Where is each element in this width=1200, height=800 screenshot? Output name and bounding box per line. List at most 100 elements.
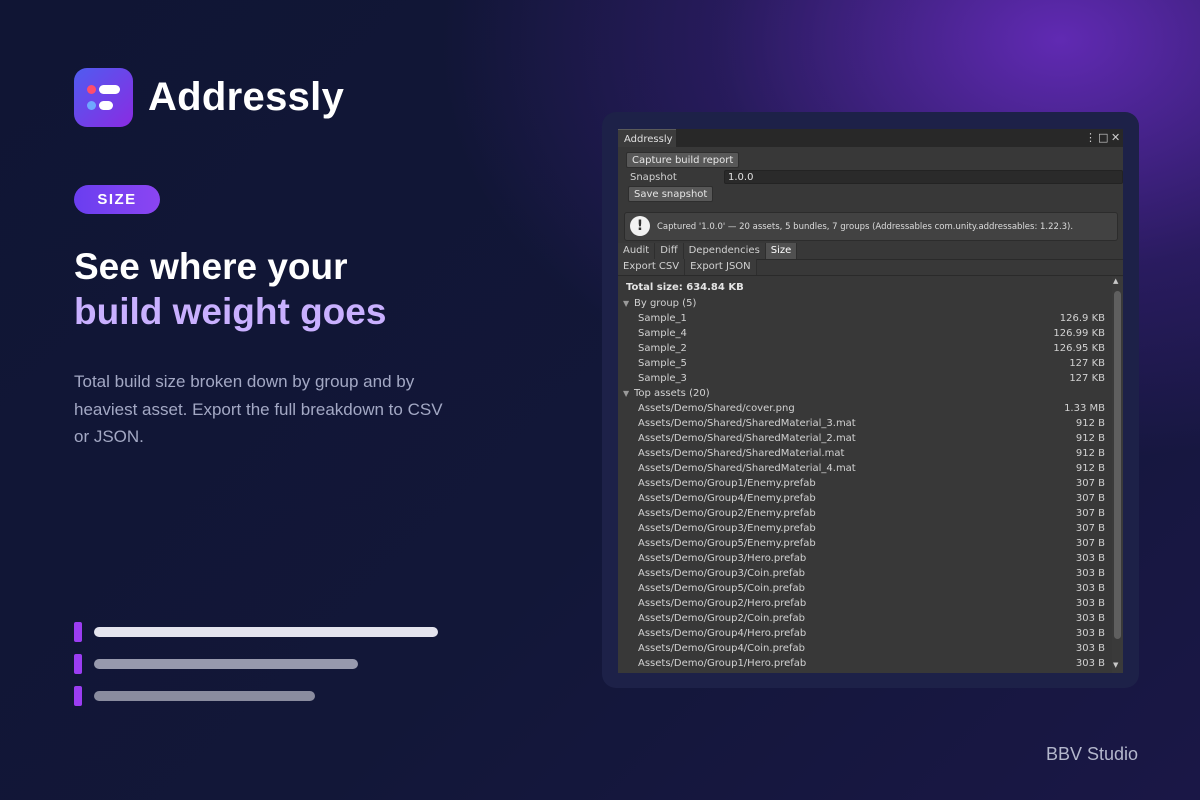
item-size: 1.33 MB (1064, 403, 1105, 414)
asset-row: Assets/Demo/Group4/Enemy.prefab 307 B (618, 492, 1111, 507)
warning-icon: ! (630, 216, 650, 236)
window-tab-bar: Addressly ⋮ □ ✕ (618, 129, 1123, 147)
window-controls: ⋮ □ ✕ (1085, 131, 1120, 144)
info-message: Captured '1.0.0' — 20 assets, 5 bundles,… (657, 222, 1074, 232)
scrollbar[interactable]: ▲ ▼ (1112, 277, 1123, 673)
group-row: Sample_5 127 KB (618, 357, 1111, 372)
headline: See where your build weight goes (74, 244, 386, 334)
item-size: 303 B (1075, 658, 1105, 669)
asset-row: Assets/Demo/Group2/Enemy.prefab 307 B (618, 507, 1111, 522)
close-icon[interactable]: ✕ (1111, 131, 1120, 144)
size-breakdown-list: Total size: 634.84 KB ▼ By group (5) Sampl… (618, 277, 1111, 673)
item-size: 912 B (1075, 418, 1105, 429)
item-size: 127 KB (1069, 358, 1105, 369)
item-name: Sample_4 (638, 328, 687, 339)
item-size: 303 B (1075, 598, 1105, 609)
item-name: Assets/Demo/Group2/Hero.prefab (638, 598, 807, 609)
item-size: 912 B (1075, 448, 1105, 459)
by-group-foldout[interactable]: ▼ By group (5) (618, 297, 1111, 312)
headline-line-2: build weight goes (74, 291, 387, 332)
group-row: Sample_1 126.9 KB (618, 312, 1111, 327)
decor-marker (74, 654, 82, 674)
item-size: 307 B (1075, 508, 1105, 519)
item-name: Assets/Demo/Group2/Coin.prefab (638, 613, 805, 624)
save-snapshot-button[interactable]: Save snapshot (628, 186, 714, 202)
item-size: 303 B (1075, 643, 1105, 654)
item-name: Assets/Demo/Group1/Hero.prefab (638, 658, 807, 669)
item-size: 307 B (1075, 523, 1105, 534)
asset-row: Assets/Demo/Group4/Coin.prefab 303 B (618, 642, 1111, 657)
brand-name: Addressly (148, 75, 345, 119)
scrollbar-thumb[interactable] (1114, 291, 1121, 639)
total-size: Total size: 634.84 KB (626, 282, 744, 293)
capture-build-report-button[interactable]: Capture build report (626, 152, 740, 168)
asset-row: Assets/Demo/Group3/Hero.prefab 303 B (618, 552, 1111, 567)
item-size: 303 B (1075, 568, 1105, 579)
item-size: 126.9 KB (1059, 313, 1105, 324)
item-name: Assets/Demo/Group4/Coin.prefab (638, 643, 805, 654)
asset-row: Assets/Demo/Group1/Hero.prefab 303 B (618, 657, 1111, 672)
kebab-menu-icon[interactable]: ⋮ (1085, 131, 1096, 144)
item-size: 912 B (1075, 463, 1105, 474)
item-size: 303 B (1075, 553, 1105, 564)
view-tabs: Audit Diff Dependencies Size (618, 243, 798, 259)
foldout-label: By group (5) (634, 298, 697, 309)
divider (618, 275, 1123, 276)
asset-row: Assets/Demo/Group2/Coin.prefab 303 B (618, 612, 1111, 627)
item-name: Assets/Demo/Group3/Enemy.prefab (638, 523, 816, 534)
snapshot-label: Snapshot (630, 172, 677, 183)
item-name: Assets/Demo/Group5/Coin.prefab (638, 583, 805, 594)
group-row: Sample_3 127 KB (618, 372, 1111, 387)
item-name: Assets/Demo/Group4/Enemy.prefab (638, 493, 816, 504)
item-name: Sample_1 (638, 313, 687, 324)
item-name: Assets/Demo/Group4/Hero.prefab (638, 628, 807, 639)
item-name: Assets/Demo/Group2/Enemy.prefab (638, 508, 816, 519)
item-name: Assets/Demo/Shared/cover.png (638, 403, 795, 414)
item-name: Sample_2 (638, 343, 687, 354)
item-name: Assets/Demo/Shared/SharedMaterial_2.mat (638, 433, 856, 444)
snapshot-field[interactable]: 1.0.0 (724, 170, 1123, 184)
scroll-down-arrow-icon[interactable]: ▼ (1113, 661, 1118, 669)
item-name: Sample_5 (638, 358, 687, 369)
item-size: 126.95 KB (1053, 343, 1105, 354)
item-name: Assets/Demo/Group5/Enemy.prefab (638, 538, 816, 549)
window-tab[interactable]: Addressly (618, 129, 676, 147)
tab-diff[interactable]: Diff (655, 243, 684, 259)
tab-size[interactable]: Size (765, 243, 798, 259)
decor-marker (74, 622, 82, 642)
tab-dependencies[interactable]: Dependencies (683, 243, 766, 259)
export-csv-button[interactable]: Export CSV (618, 259, 686, 275)
maximize-icon[interactable]: □ (1098, 131, 1108, 144)
asset-row: Assets/Demo/Shared/SharedMaterial_4.mat 9… (618, 462, 1111, 477)
export-json-button[interactable]: Export JSON (685, 259, 757, 275)
item-size: 127 KB (1069, 373, 1105, 384)
decor-marker (74, 686, 82, 706)
asset-row: Assets/Demo/Shared/SharedMaterial_3.mat 9… (618, 417, 1111, 432)
item-size: 126.99 KB (1053, 328, 1105, 339)
top-assets-foldout[interactable]: ▼ Top assets (20) (618, 387, 1111, 402)
item-name: Assets/Demo/Group3/Coin.prefab (638, 568, 805, 579)
asset-row: Assets/Demo/Group5/Enemy.prefab 307 B (618, 537, 1111, 552)
asset-row: Assets/Demo/Group3/Enemy.prefab 307 B (618, 522, 1111, 537)
asset-row: Assets/Demo/Group4/Hero.prefab 303 B (618, 627, 1111, 642)
feature-tag: SIZE (74, 185, 160, 214)
export-toolbar: Export CSV Export JSON (618, 259, 757, 275)
item-name: Assets/Demo/Shared/SharedMaterial_4.mat (638, 463, 856, 474)
scroll-up-arrow-icon[interactable]: ▲ (1113, 277, 1118, 285)
asset-row: Assets/Demo/Shared/SharedMaterial.mat 912… (618, 447, 1111, 462)
studio-credit: BBV Studio (1045, 744, 1138, 764)
item-size: 303 B (1075, 628, 1105, 639)
tab-audit[interactable]: Audit (618, 243, 656, 259)
addressly-logo-icon (74, 68, 133, 127)
asset-row: Assets/Demo/Group5/Coin.prefab 303 B (618, 582, 1111, 597)
item-size: 307 B (1075, 478, 1105, 489)
group-row: Sample_4 126.99 KB (618, 327, 1111, 342)
asset-row: Assets/Demo/Group3/Coin.prefab 303 B (618, 567, 1111, 582)
asset-row: Assets/Demo/Group1/Enemy.prefab 307 B (618, 477, 1111, 492)
description: Total build size broken down by group an… (74, 372, 443, 446)
foldout-arrow-icon[interactable]: ▼ (623, 299, 629, 308)
decor-bar (94, 691, 315, 701)
item-name: Assets/Demo/Group3/Hero.prefab (638, 553, 807, 564)
foldout-arrow-icon[interactable]: ▼ (623, 389, 629, 398)
item-size: 307 B (1075, 538, 1105, 549)
